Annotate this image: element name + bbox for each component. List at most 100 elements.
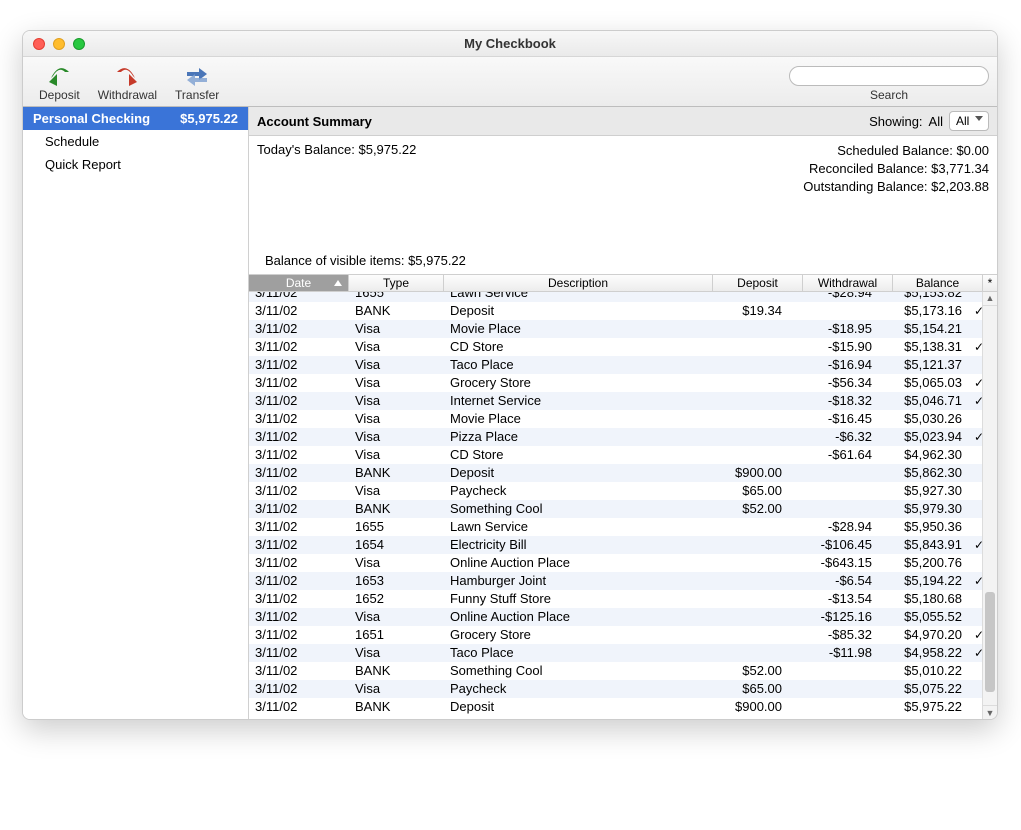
cell-bal: $5,180.68 (878, 591, 968, 606)
cell-wd: -$85.32 (788, 627, 878, 642)
cell-bal: $5,075.22 (878, 681, 968, 696)
col-header-reconciled[interactable]: * (983, 275, 997, 291)
cell-wd: -$15.90 (788, 339, 878, 354)
table-row[interactable]: 3/11/02VisaMovie Place-$16.45$5,030.26 (249, 410, 982, 428)
table-row[interactable]: 3/11/02BANKDeposit$19.34$5,173.16✓ (249, 302, 982, 320)
cell-chk: ✓ (968, 340, 982, 354)
scroll-thumb[interactable] (985, 592, 995, 692)
cell-type: 1654 (349, 537, 444, 552)
deposit-button[interactable]: Deposit (35, 64, 84, 102)
cell-type: 1655 (349, 519, 444, 534)
cell-bal: $5,979.30 (878, 501, 968, 516)
table-row[interactable]: 3/11/02VisaGrocery Store-$56.34$5,065.03… (249, 374, 982, 392)
deposit-icon (47, 64, 71, 86)
table-row[interactable]: 3/11/02BANKSomething Cool$52.00$5,979.30 (249, 500, 982, 518)
cell-bal: $5,173.16 (878, 303, 968, 318)
withdrawal-button[interactable]: Withdrawal (94, 64, 161, 102)
cell-desc: Electricity Bill (444, 537, 698, 552)
table-row[interactable]: 3/11/021651Grocery Store-$85.32$4,970.20… (249, 626, 982, 644)
cell-wd: -$56.34 (788, 375, 878, 390)
cell-desc: Hamburger Joint (444, 573, 698, 588)
cell-date: 3/11/02 (249, 447, 349, 462)
col-header-withdrawal[interactable]: Withdrawal (803, 275, 893, 291)
table-row[interactable]: 3/11/02VisaTaco Place-$16.94$5,121.37 (249, 356, 982, 374)
cell-date: 3/11/02 (249, 339, 349, 354)
cell-type: Visa (349, 321, 444, 336)
col-header-date[interactable]: Date (249, 275, 349, 291)
cell-bal: $5,927.30 (878, 483, 968, 498)
cell-date: 3/11/02 (249, 699, 349, 714)
scrollbar[interactable]: ▲ ▼ (982, 292, 997, 719)
cell-type: 1652 (349, 591, 444, 606)
cell-type: Visa (349, 429, 444, 444)
table-row[interactable]: 3/11/02BANKSomething Cool$52.00$5,010.22 (249, 662, 982, 680)
table-row[interactable]: 3/11/02VisaCD Store-$15.90$5,138.31✓ (249, 338, 982, 356)
col-header-balance[interactable]: Balance (893, 275, 983, 291)
cell-wd: -$28.94 (788, 519, 878, 534)
cell-date: 3/11/02 (249, 609, 349, 624)
cell-chk: ✓ (968, 628, 982, 642)
table-row[interactable]: 3/11/02VisaTaco Place-$11.98$4,958.22✓ (249, 644, 982, 662)
scroll-up-button[interactable]: ▲ (983, 292, 997, 306)
scroll-down-button[interactable]: ▼ (983, 705, 997, 719)
cell-date: 3/11/02 (249, 645, 349, 660)
cell-date: 3/11/02 (249, 555, 349, 570)
deposit-label: Deposit (39, 88, 80, 102)
cell-type: 1655 (349, 292, 444, 301)
cell-bal: $5,138.31 (878, 339, 968, 354)
table-row[interactable]: 3/11/021654Electricity Bill-$106.45$5,84… (249, 536, 982, 554)
cell-dep: $65.00 (698, 681, 788, 696)
cell-type: Visa (349, 447, 444, 462)
cell-desc: Movie Place (444, 411, 698, 426)
cell-wd: -$18.32 (788, 393, 878, 408)
table-row[interactable]: 3/11/02VisaMovie Place-$18.95$5,154.21 (249, 320, 982, 338)
table-row[interactable]: 3/11/02VisaCD Store-$61.64$4,962.30 (249, 446, 982, 464)
cell-bal: $5,030.26 (878, 411, 968, 426)
table-body: 3/11/021655Lawn Service-$28.94$5,153.82 3… (249, 292, 982, 716)
table-row[interactable]: 3/11/02BANKDeposit$900.00$5,862.30 (249, 464, 982, 482)
sidebar-item-quick-report[interactable]: Quick Report (23, 153, 248, 176)
cell-dep: $19.34 (698, 303, 788, 318)
table-row[interactable]: 3/11/02VisaOnline Auction Place-$643.15$… (249, 554, 982, 572)
cell-type: Visa (349, 555, 444, 570)
search-input[interactable] (789, 66, 989, 86)
table-row[interactable]: 3/11/02VisaPaycheck$65.00$5,075.22 (249, 680, 982, 698)
cell-desc: CD Store (444, 339, 698, 354)
window-title: My Checkbook (23, 36, 997, 51)
table-row[interactable]: 3/11/021655Lawn Service-$28.94$5,153.82 (249, 292, 982, 302)
sidebar-item-amount: $5,975.22 (180, 111, 238, 126)
cell-date: 3/11/02 (249, 501, 349, 516)
sidebar-item-label: Quick Report (45, 157, 121, 172)
cell-wd: -$106.45 (788, 537, 878, 552)
cell-desc: Deposit (444, 699, 698, 714)
scheduled-balance: Scheduled Balance: $0.00 (803, 142, 989, 160)
table-row[interactable]: 3/11/021655Lawn Service-$28.94$5,950.36 (249, 518, 982, 536)
cell-type: BANK (349, 303, 444, 318)
cell-date: 3/11/02 (249, 393, 349, 408)
showing-select[interactable]: All (949, 111, 989, 131)
cell-bal: $4,970.20 (878, 627, 968, 642)
table-row[interactable]: 3/11/021653Hamburger Joint-$6.54$5,194.2… (249, 572, 982, 590)
cell-type: BANK (349, 663, 444, 678)
table-row[interactable]: 3/11/02VisaInternet Service-$18.32$5,046… (249, 392, 982, 410)
table-row[interactable]: 3/11/02BANKDeposit$900.00$5,975.22 (249, 698, 982, 716)
table-row[interactable]: 3/11/02VisaPaycheck$65.00$5,927.30 (249, 482, 982, 500)
table-row[interactable]: 3/11/02VisaPizza Place-$6.32$5,023.94✓ (249, 428, 982, 446)
cell-date: 3/11/02 (249, 429, 349, 444)
sidebar-item-label: Personal Checking (33, 111, 150, 126)
col-header-type[interactable]: Type (349, 275, 444, 291)
cell-desc: Lawn Service (444, 292, 698, 301)
cell-chk: ✓ (968, 574, 982, 588)
table-row[interactable]: 3/11/02VisaOnline Auction Place-$125.16$… (249, 608, 982, 626)
col-header-deposit[interactable]: Deposit (713, 275, 803, 291)
sidebar-item-schedule[interactable]: Schedule (23, 130, 248, 153)
cell-wd: -$125.16 (788, 609, 878, 624)
transfer-button[interactable]: Transfer (171, 64, 223, 102)
cell-type: Visa (349, 681, 444, 696)
cell-bal: $5,121.37 (878, 357, 968, 372)
table-row[interactable]: 3/11/021652Funny Stuff Store-$13.54$5,18… (249, 590, 982, 608)
cell-chk: ✓ (968, 430, 982, 444)
sidebar-item-personal-checking[interactable]: Personal Checking $5,975.22 (23, 107, 248, 130)
cell-type: BANK (349, 501, 444, 516)
col-header-description[interactable]: Description (444, 275, 713, 291)
